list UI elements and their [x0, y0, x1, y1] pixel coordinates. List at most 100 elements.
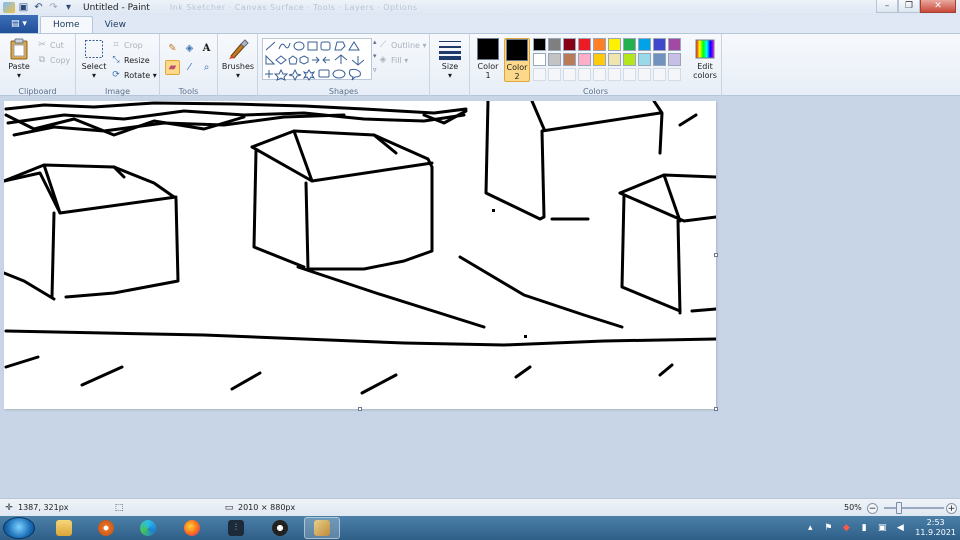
palette-swatch[interactable] — [548, 53, 561, 66]
brushes-button[interactable]: Brushes ▾ — [222, 38, 254, 80]
zoom-out-button[interactable]: − — [867, 503, 878, 514]
palette-swatch[interactable] — [638, 38, 651, 51]
palette-swatch[interactable] — [623, 38, 636, 51]
resize-handle-right[interactable] — [714, 253, 718, 257]
zoom-in-button[interactable]: + — [946, 503, 957, 514]
outline-label: Outline — [391, 40, 420, 50]
fill-bucket-icon[interactable]: ◈ — [182, 41, 197, 56]
flag-icon[interactable]: ⚑ — [822, 522, 834, 534]
save-icon[interactable]: ▣ — [17, 2, 30, 14]
size-button[interactable]: Size ▾ — [436, 38, 464, 80]
palette-swatch[interactable] — [668, 53, 681, 66]
show-hidden-icons-icon[interactable]: ▴ — [804, 522, 816, 534]
palette-swatch[interactable] — [563, 38, 576, 51]
palette-swatch[interactable] — [563, 53, 576, 66]
fill-dropdown-icon[interactable]: ▾ — [402, 56, 408, 65]
text-icon[interactable]: A — [199, 41, 214, 56]
size-dropdown-icon[interactable]: ▾ — [448, 71, 452, 80]
paint-app-icon[interactable] — [3, 2, 15, 13]
palette-swatch[interactable] — [608, 38, 621, 51]
palette-swatch[interactable] — [533, 68, 546, 81]
palette-swatch[interactable] — [668, 68, 681, 81]
taskbar-file-explorer[interactable] — [46, 517, 82, 539]
palette-swatch[interactable] — [578, 68, 591, 81]
select-dropdown-icon[interactable]: ▾ — [92, 71, 96, 80]
redo-icon[interactable]: ↷ — [47, 2, 60, 14]
resize-button[interactable]: ⤡ Resize — [111, 54, 149, 66]
zoom-slider-track[interactable] — [884, 507, 944, 509]
edge-icon — [140, 520, 156, 536]
zoom-slider-thumb[interactable] — [896, 502, 902, 514]
rotate-button[interactable]: ⟳ Rotate ▾ — [111, 69, 157, 81]
palette-swatch[interactable] — [653, 53, 666, 66]
undo-icon[interactable]: ↶ — [32, 2, 45, 14]
edit-colors-button[interactable]: Edit colors — [692, 38, 718, 80]
palette-swatch[interactable] — [623, 53, 636, 66]
palette-swatch[interactable] — [563, 68, 576, 81]
palette-swatch[interactable] — [533, 53, 546, 66]
maximize-button[interactable]: ❐ — [898, 0, 920, 13]
pencil-icon[interactable]: ✎ — [165, 41, 180, 56]
crop-button[interactable]: ⌗ Crop — [111, 39, 143, 51]
palette-swatch[interactable] — [593, 53, 606, 66]
minimize-button[interactable]: – — [876, 0, 898, 13]
taskbar-audio-editor[interactable]: ⫶ — [218, 517, 254, 539]
paste-dropdown-icon[interactable]: ▾ — [17, 71, 21, 80]
palette-swatch[interactable] — [578, 38, 591, 51]
palette-swatch[interactable] — [608, 53, 621, 66]
shapes-scroll-down-icon[interactable]: ▾ — [373, 52, 377, 60]
taskbar-clock[interactable]: 2:53 11.9.2021 — [915, 518, 956, 538]
file-menu-button[interactable]: ▤ ▾ — [0, 15, 38, 33]
brushes-dropdown-icon[interactable]: ▾ — [236, 71, 240, 80]
palette-swatch[interactable] — [653, 68, 666, 81]
security-icon[interactable]: ◆ — [840, 522, 852, 534]
paste-button[interactable]: Paste ▾ — [4, 38, 34, 80]
taskbar-firefox[interactable] — [174, 517, 210, 539]
color2-button[interactable]: Color 2 — [504, 38, 530, 82]
color1-button[interactable]: Color 1 — [475, 38, 501, 82]
palette-swatch[interactable] — [548, 68, 561, 81]
resize-icon: ⤡ — [112, 55, 120, 65]
close-button[interactable]: ✕ — [920, 0, 956, 13]
resize-handle-corner[interactable] — [714, 407, 718, 411]
volume-icon[interactable]: ◀ — [894, 522, 906, 534]
start-button[interactable] — [3, 517, 35, 539]
rotate-dropdown-icon[interactable]: ▾ — [150, 71, 157, 80]
network-icon[interactable]: ▣ — [876, 522, 888, 534]
canvas-workspace[interactable] — [0, 96, 960, 498]
outline-button[interactable]: ⟋ Outline ▾ — [378, 39, 427, 51]
palette-swatch[interactable] — [668, 38, 681, 51]
customize-toolbar-icon[interactable]: ▾ — [62, 2, 75, 14]
palette-swatch[interactable] — [638, 68, 651, 81]
magnifier-icon[interactable]: ⌕ — [199, 60, 214, 75]
cut-button[interactable]: ✂ Cut — [37, 39, 64, 51]
tab-home[interactable]: Home — [40, 16, 93, 33]
shapes-expand-icon[interactable]: ▿ — [373, 66, 377, 74]
palette-swatch[interactable] — [533, 38, 546, 51]
outline-dropdown-icon[interactable]: ▾ — [420, 41, 426, 50]
palette-swatch[interactable] — [623, 68, 636, 81]
shapes-scroll-up-icon[interactable]: ▴ — [373, 38, 377, 46]
taskbar-edge[interactable] — [130, 517, 166, 539]
palette-swatch[interactable] — [593, 38, 606, 51]
taskbar-paint[interactable] — [304, 517, 340, 539]
select-button[interactable]: Select ▾ — [80, 38, 108, 80]
palette-swatch[interactable] — [578, 53, 591, 66]
status-bar: ✛ 1387, 321px ⬚ ▭ 2010 × 880px 50% − + — [0, 498, 960, 516]
drawing-canvas[interactable] — [2, 99, 718, 411]
color-picker-icon[interactable]: ⁄ — [182, 60, 197, 75]
palette-swatch[interactable] — [608, 68, 621, 81]
palette-swatch[interactable] — [593, 68, 606, 81]
network-signal-icon[interactable]: ▮ — [858, 522, 870, 534]
copy-button[interactable]: ⧉ Copy — [37, 54, 71, 66]
crop-label: Crop — [124, 40, 143, 50]
palette-swatch[interactable] — [653, 38, 666, 51]
taskbar-obs[interactable] — [262, 517, 298, 539]
palette-swatch[interactable] — [638, 53, 651, 66]
eraser-icon[interactable]: ▰ — [165, 60, 180, 75]
palette-swatch[interactable] — [548, 38, 561, 51]
taskbar-media-player[interactable] — [88, 517, 124, 539]
resize-handle-bottom[interactable] — [358, 407, 362, 411]
tab-view[interactable]: View — [93, 16, 138, 33]
fill-button[interactable]: ◈ Fill ▾ — [378, 54, 409, 66]
